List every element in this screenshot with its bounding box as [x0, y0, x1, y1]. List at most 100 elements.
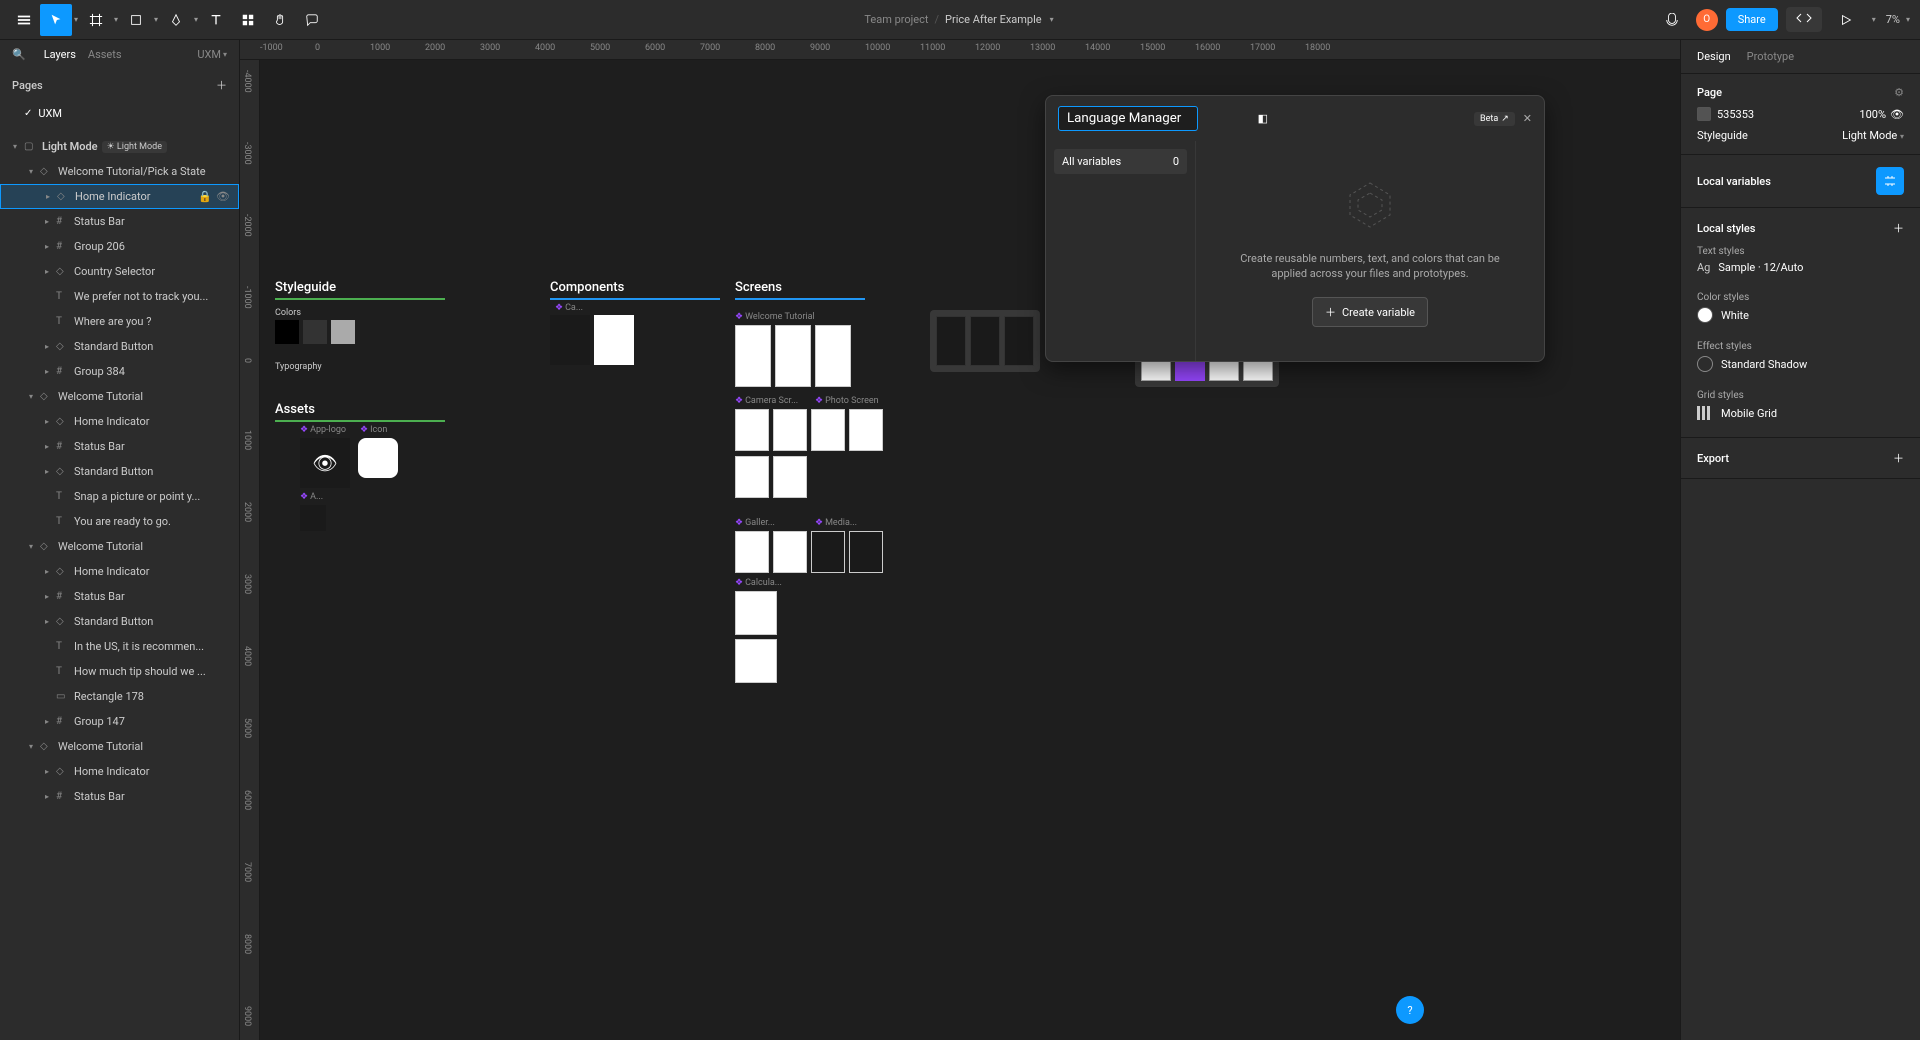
search-icon[interactable]: 🔍 [12, 48, 26, 61]
bg-color-chip[interactable] [1697, 107, 1711, 121]
frame-chevron[interactable]: ▾ [112, 15, 120, 24]
layer-row[interactable]: ▸◇Standard Button [0, 459, 239, 484]
layers-tab[interactable]: Layers [44, 48, 76, 61]
hand-tool[interactable] [264, 4, 296, 36]
section-components[interactable]: Components [550, 280, 624, 295]
shape-chevron[interactable]: ▾ [152, 15, 160, 24]
file-chevron[interactable]: ▾ [1048, 15, 1056, 24]
share-button[interactable]: Share [1726, 8, 1778, 31]
layer-row[interactable]: TSnap a picture or point y... [0, 484, 239, 509]
all-variables-row[interactable]: All variables 0 [1054, 149, 1187, 174]
frame-tool[interactable] [80, 4, 112, 36]
layer-row[interactable]: ▸#Group 206 [0, 234, 239, 259]
layer-row[interactable]: ▸◇Home Indicator [0, 559, 239, 584]
eye-icon[interactable]: 👁 [1890, 108, 1904, 121]
layer-row[interactable]: ▸◇Home Indicator [0, 409, 239, 434]
breadcrumb: Team project / Price After Example ▾ [864, 13, 1055, 26]
layer-row[interactable]: ▭Rectangle 178 [0, 684, 239, 709]
canvas[interactable]: -100001000200030004000500060007000800090… [240, 40, 1680, 1040]
local-variables-button[interactable] [1876, 167, 1904, 195]
comment-tool[interactable] [296, 4, 328, 36]
layer-row[interactable]: TWhere are you ? [0, 309, 239, 334]
layer-row[interactable]: ▸◇Home Indicator🔒👁 [0, 184, 239, 209]
section-styleguide[interactable]: Styleguide [275, 280, 336, 295]
main-menu-button[interactable] [8, 4, 40, 36]
layer-row[interactable]: TIn the US, it is recommen... [0, 634, 239, 659]
grid-style-mobile[interactable]: Mobile Grid [1697, 401, 1904, 425]
move-tool-chevron[interactable]: ▾ [72, 15, 80, 24]
layer-row[interactable]: ▾◇Welcome Tutorial [0, 384, 239, 409]
color-style-white[interactable]: White [1697, 303, 1904, 327]
add-page-button[interactable]: ＋ [216, 77, 227, 93]
pages-header: Pages [12, 79, 43, 92]
local-styles-label: Local styles [1697, 222, 1755, 235]
pen-tool[interactable] [160, 4, 192, 36]
create-variable-button[interactable]: ＋ Create variable [1312, 297, 1428, 327]
page-settings-icon[interactable]: ⚙ [1894, 86, 1904, 99]
close-icon[interactable]: ✕ [1523, 112, 1532, 125]
shadow-swatch [1697, 356, 1713, 372]
prototype-tab[interactable]: Prototype [1747, 50, 1794, 63]
ruler-vertical: -4000-3000-2000-100001000200030004000500… [240, 60, 260, 1040]
dark-screens-group[interactable] [930, 310, 1040, 372]
layer-row[interactable]: ▸#Status Bar [0, 434, 239, 459]
left-panel: 🔍 Layers Assets UXM ▾ Pages ＋ ✓ UXM ▾ ▢ … [0, 40, 240, 1040]
section-screens[interactable]: Screens [735, 280, 782, 295]
component-icon: ❖ [555, 303, 563, 313]
layer-row[interactable]: ▸#Group 147 [0, 709, 239, 734]
audio-icon[interactable] [1656, 4, 1688, 36]
export-label: Export [1697, 452, 1729, 465]
ruler-horizontal: -100001000200030004000500060007000800090… [240, 40, 1680, 60]
shape-tool[interactable] [120, 4, 152, 36]
project-name[interactable]: Team project [864, 13, 928, 26]
zoom-level[interactable]: 7%▾ [1886, 13, 1912, 26]
white-swatch [1697, 307, 1713, 323]
text-tool[interactable] [200, 4, 232, 36]
layer-row[interactable]: ▸#Status Bar [0, 784, 239, 809]
pen-chevron[interactable]: ▾ [192, 15, 200, 24]
avatar[interactable]: O [1696, 9, 1718, 31]
move-tool[interactable] [40, 4, 72, 36]
layer-row[interactable]: ▸◇Home Indicator [0, 759, 239, 784]
app-logo-frame[interactable]: 👁 [300, 438, 350, 488]
empty-message: Create reusable numbers, text, and color… [1240, 251, 1500, 282]
layer-row[interactable]: ▸#Group 384 [0, 359, 239, 384]
screen-frame[interactable] [735, 325, 771, 387]
mode-badge: ☀ Light Mode [102, 141, 167, 153]
effect-style-shadow[interactable]: Standard Shadow [1697, 352, 1904, 376]
local-variables-label: Local variables [1697, 175, 1771, 188]
layer-row[interactable]: ▸◇Country Selector [0, 259, 239, 284]
sidebar-toggle-icon[interactable]: ◧ [1258, 112, 1268, 125]
section-icon: ▢ [24, 141, 38, 152]
file-name[interactable]: Price After Example [945, 13, 1042, 26]
resources-tool[interactable] [232, 4, 264, 36]
add-export-button[interactable]: ＋ [1893, 450, 1904, 466]
layer-row[interactable]: ▸◇Standard Button [0, 609, 239, 634]
page-item[interactable]: ✓ UXM [0, 101, 239, 126]
icon-frame[interactable]: 👁 [358, 438, 398, 478]
layer-row[interactable]: ▸#Status Bar [0, 584, 239, 609]
plus-icon: ＋ [1325, 304, 1336, 320]
section-assets[interactable]: Assets [275, 402, 315, 417]
layer-row[interactable]: TWe prefer not to track you... [0, 284, 239, 309]
page-selector[interactable]: UXM ▾ [197, 48, 227, 61]
layer-row[interactable]: THow much tip should we ... [0, 659, 239, 684]
grid-swatch [1697, 405, 1713, 421]
empty-variables-icon [1340, 175, 1400, 235]
dev-mode-button[interactable] [1786, 7, 1822, 32]
design-tab[interactable]: Design [1697, 50, 1731, 63]
layer-row[interactable]: ▸◇Standard Button [0, 334, 239, 359]
light-mode-section[interactable]: ▾ ▢ Light Mode ☀ Light Mode [0, 134, 239, 159]
layer-row[interactable]: ▾◇Welcome Tutorial [0, 734, 239, 759]
text-style-sample[interactable]: AgSample · 12/Auto [1697, 257, 1904, 278]
help-button[interactable]: ? [1396, 996, 1424, 1024]
assets-tab[interactable]: Assets [88, 48, 122, 61]
layer-row[interactable]: ▾◇Welcome Tutorial [0, 534, 239, 559]
layer-row[interactable]: ▾◇Welcome Tutorial/Pick a State [0, 159, 239, 184]
styleguide-mode[interactable]: Light Mode ▾ [1842, 129, 1904, 142]
present-button[interactable] [1830, 4, 1862, 36]
add-style-button[interactable]: ＋ [1893, 220, 1904, 236]
layer-row[interactable]: TYou are ready to go. [0, 509, 239, 534]
collection-name-input[interactable] [1058, 106, 1198, 131]
layer-row[interactable]: ▸#Status Bar [0, 209, 239, 234]
